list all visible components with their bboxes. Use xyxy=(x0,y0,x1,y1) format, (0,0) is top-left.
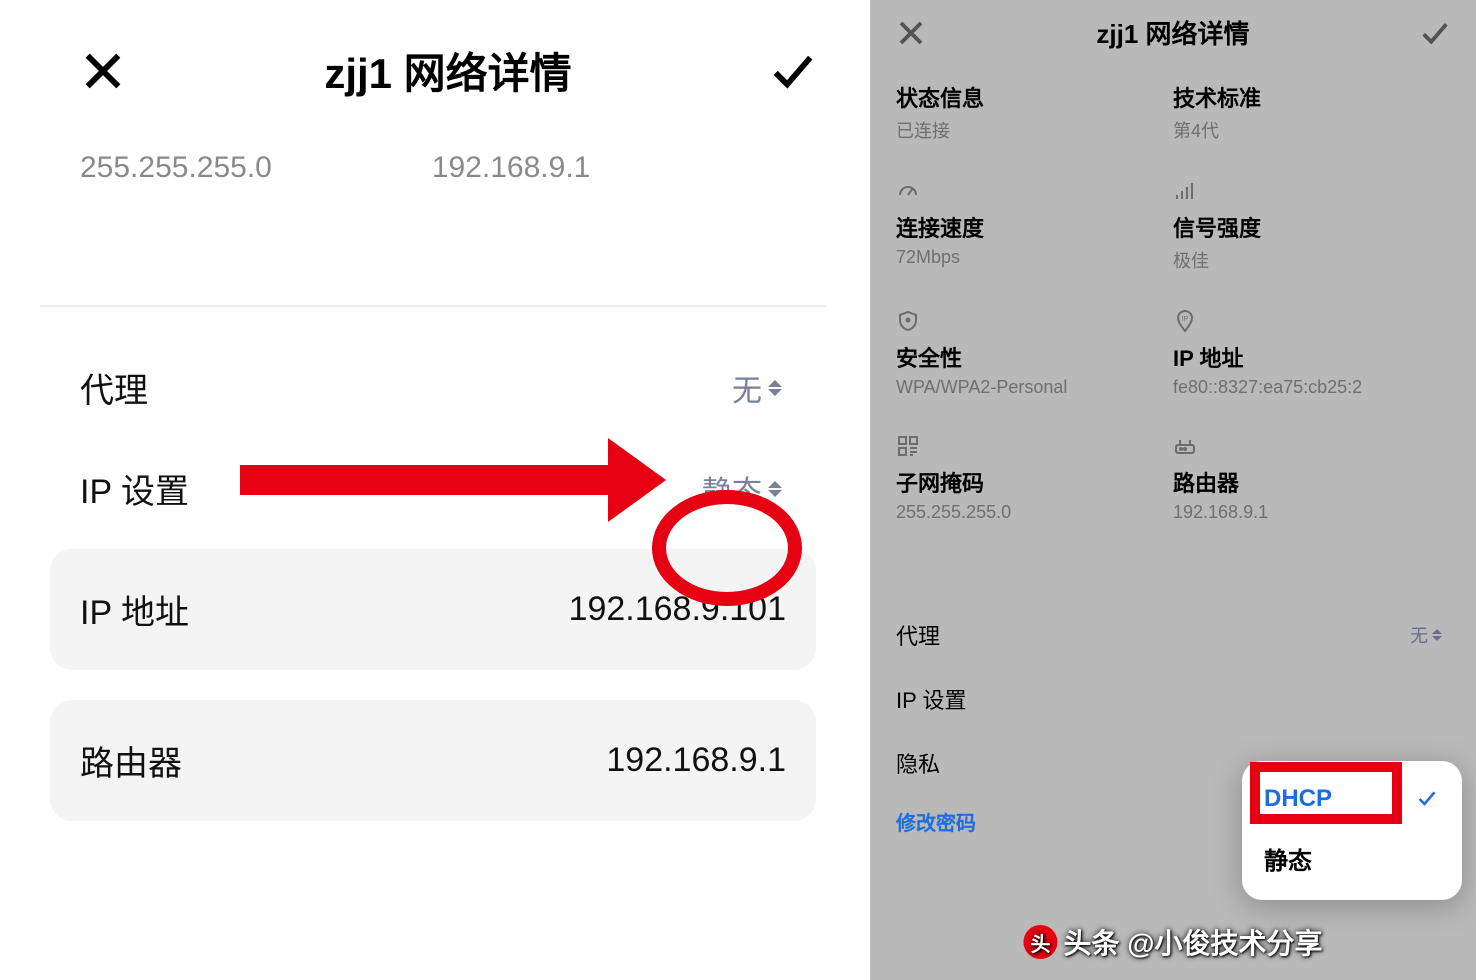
signal-value: 极佳 xyxy=(1173,247,1450,273)
security-cell: 安全性 WPA/WPA2-Personal xyxy=(896,309,1173,398)
page-title: zjj1 网络详情 xyxy=(1096,14,1249,51)
ip-settings-label: IP 设置 xyxy=(80,464,189,513)
left-panel: zjj1 网络详情 255.255.255.0 192.168.9.1 代理 无… xyxy=(0,0,870,980)
settings-list: 代理 无 IP 设置 静态 IP 地址 192.168.9.101 路由器 19… xyxy=(0,307,866,821)
check-icon xyxy=(1414,789,1440,809)
close-icon[interactable] xyxy=(80,48,126,94)
ip-address-value: 192.168.9.101 xyxy=(569,590,786,629)
shield-icon xyxy=(896,309,1173,333)
updown-icon xyxy=(1432,623,1450,647)
speed-cell: 连接速度 72Mbps xyxy=(896,179,1173,273)
router-value: 192.168.9.1 xyxy=(432,151,590,185)
popup-option-static[interactable]: 静态 xyxy=(1242,827,1462,890)
signal-icon xyxy=(1173,179,1450,203)
router-cell: 路由器 192.168.9.1 xyxy=(1173,434,1450,523)
header: zjj1 网络详情 xyxy=(870,0,1476,61)
router-card[interactable]: 路由器 192.168.9.1 xyxy=(50,700,816,821)
speed-value: 72Mbps xyxy=(896,247,1173,268)
router-icon xyxy=(1173,434,1450,458)
ip-settings-row[interactable]: IP 设置 xyxy=(896,667,1450,731)
header: zjj1 网络详情 xyxy=(0,0,866,131)
proxy-value: 无 xyxy=(732,366,786,410)
close-icon[interactable] xyxy=(896,18,926,48)
router-value: 192.168.9.1 xyxy=(1173,502,1450,523)
address-row: 255.255.255.0 192.168.9.1 xyxy=(0,131,866,225)
ip-pin-icon: IP xyxy=(1173,309,1450,333)
proxy-label: 代理 xyxy=(80,363,148,412)
security-value: WPA/WPA2-Personal xyxy=(896,377,1173,398)
mask-value: 255.255.255.0 xyxy=(896,502,1173,523)
standard-cell: 技术标准 第4代 xyxy=(1173,81,1450,143)
page-title: zjj1 网络详情 xyxy=(324,40,571,101)
updown-icon xyxy=(768,477,786,501)
router-label: 路由器 xyxy=(80,736,182,785)
status-label: 状态信息 xyxy=(896,81,1173,113)
confirm-icon[interactable] xyxy=(770,48,816,94)
status-value: 已连接 xyxy=(896,117,1173,143)
ip-address-card[interactable]: IP 地址 192.168.9.101 xyxy=(50,549,816,670)
proxy-value: 无 xyxy=(1410,622,1450,648)
subnet-mask-value: 255.255.255.0 xyxy=(80,151,272,185)
security-label: 安全性 xyxy=(896,341,1173,373)
watermark-badge-icon: 头 xyxy=(1023,925,1057,959)
status-cell: 状态信息 已连接 xyxy=(896,81,1173,143)
router-card-value: 192.168.9.1 xyxy=(606,741,786,780)
updown-icon xyxy=(768,376,786,400)
ip-value: fe80::8327:ea75:cb25:2 xyxy=(1173,377,1450,398)
signal-cell: 信号强度 极佳 xyxy=(1173,179,1450,273)
ip-label: IP 地址 xyxy=(1173,341,1450,373)
mask-label: 子网掩码 xyxy=(896,466,1173,498)
info-grid: 状态信息 已连接 技术标准 第4代 连接速度 72Mbps 信号强度 极佳 安全… xyxy=(870,61,1476,523)
ip-settings-label: IP 设置 xyxy=(896,683,967,715)
right-panel: zjj1 网络详情 状态信息 已连接 技术标准 第4代 连接速度 72Mbps … xyxy=(870,0,1476,980)
ip-settings-value: 静态 xyxy=(702,467,786,511)
watermark-text: 头条 @小俊技术分享 xyxy=(1063,922,1322,962)
proxy-row[interactable]: 代理 无 xyxy=(896,603,1450,667)
confirm-icon[interactable] xyxy=(1420,18,1450,48)
ip-settings-popup: DHCP 静态 xyxy=(1242,761,1462,900)
proxy-row[interactable]: 代理 无 xyxy=(50,337,816,438)
standard-value: 第4代 xyxy=(1173,117,1450,143)
mask-icon xyxy=(896,434,1173,458)
standard-label: 技术标准 xyxy=(1173,81,1450,113)
signal-label: 信号强度 xyxy=(1173,211,1450,243)
static-label: 静态 xyxy=(1264,841,1312,876)
popup-option-dhcp[interactable]: DHCP xyxy=(1242,771,1462,827)
ip-settings-row[interactable]: IP 设置 静态 xyxy=(50,438,816,539)
dhcp-label: DHCP xyxy=(1264,785,1332,813)
speed-icon xyxy=(896,179,1173,203)
ip-cell: IP IP 地址 fe80::8327:ea75:cb25:2 xyxy=(1173,309,1450,398)
privacy-label: 隐私 xyxy=(896,747,940,779)
ip-address-label: IP 地址 xyxy=(80,585,189,634)
speed-label: 连接速度 xyxy=(896,211,1173,243)
router-label: 路由器 xyxy=(1173,466,1450,498)
watermark: 头 头条 @小俊技术分享 xyxy=(1023,922,1322,962)
mask-cell: 子网掩码 255.255.255.0 xyxy=(896,434,1173,523)
proxy-label: 代理 xyxy=(896,619,940,651)
svg-text:IP: IP xyxy=(1182,316,1189,323)
